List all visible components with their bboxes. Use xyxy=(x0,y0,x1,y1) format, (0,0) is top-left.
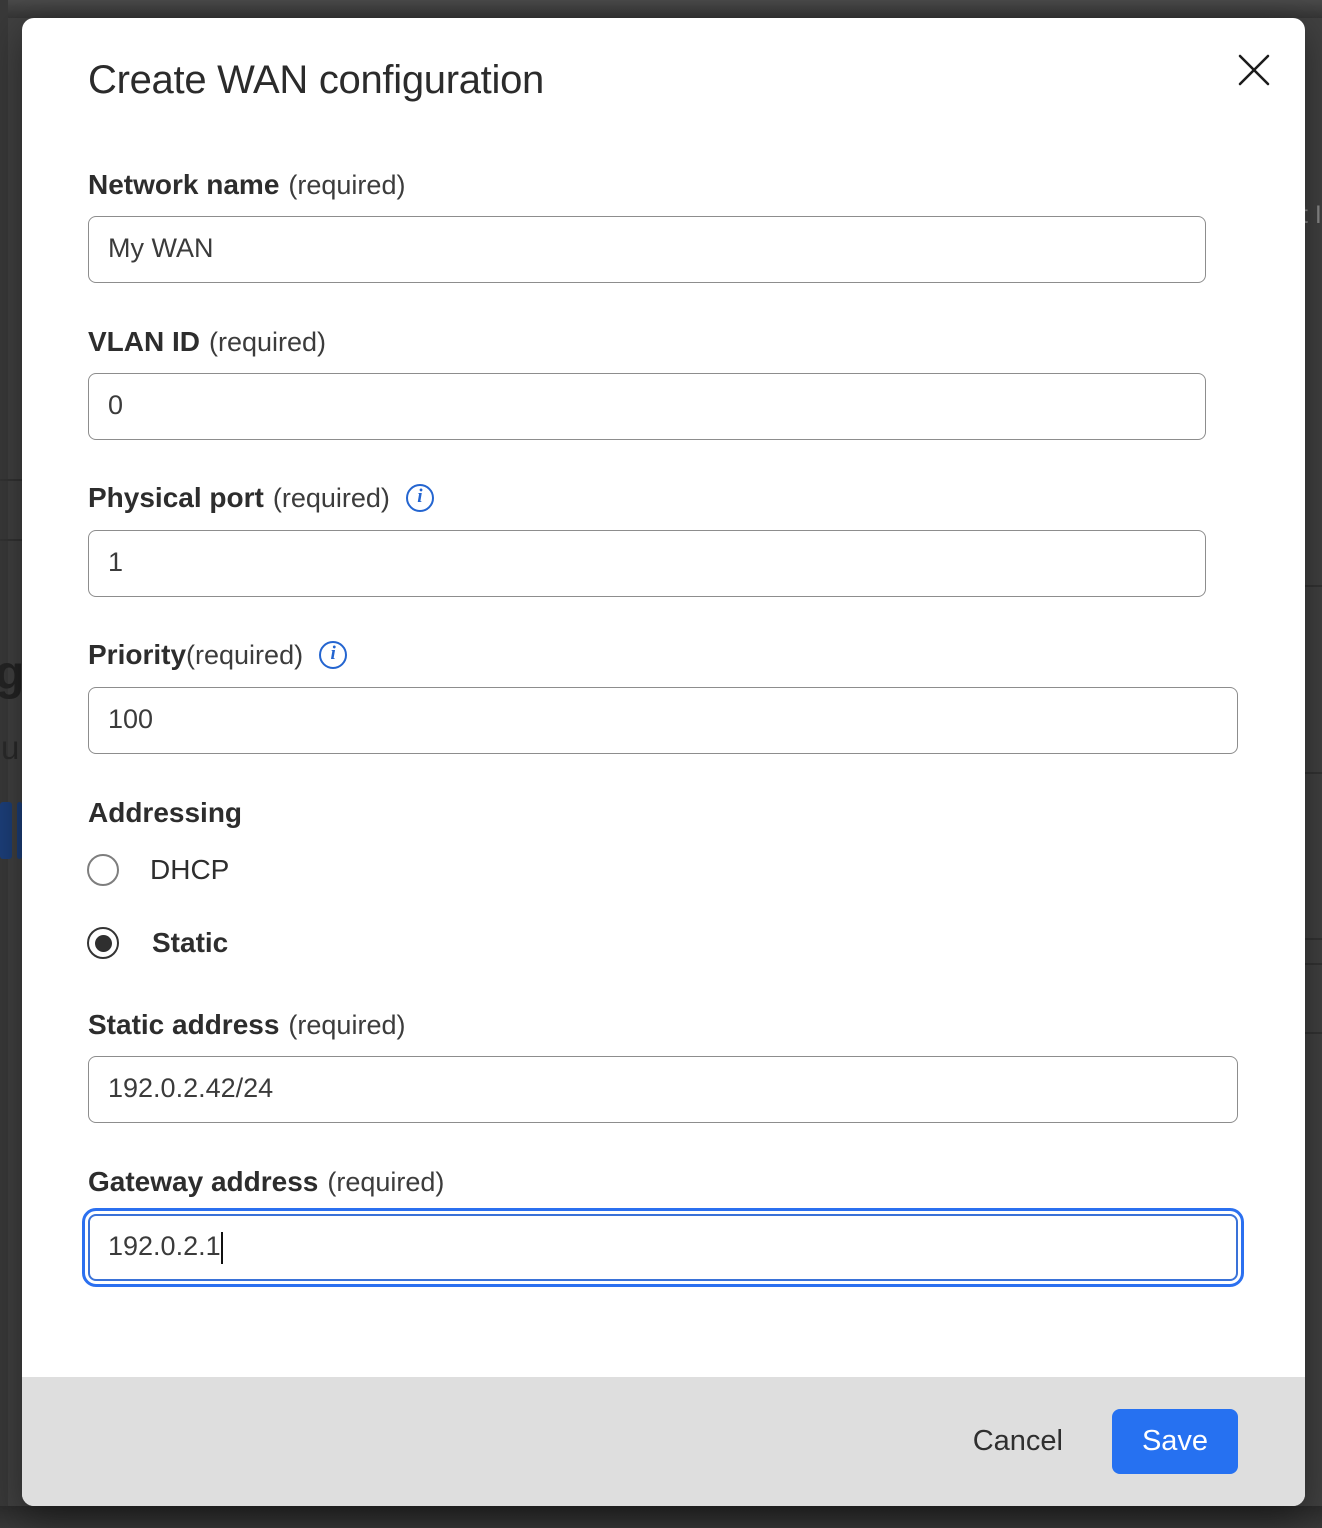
field-label: Physical port xyxy=(88,482,264,514)
required-hint: (required) xyxy=(288,1010,405,1041)
radio-label[interactable]: DHCP xyxy=(150,854,229,886)
background-table-line xyxy=(0,479,22,481)
background-button-fragment xyxy=(0,802,12,859)
info-icon[interactable] xyxy=(406,484,434,512)
radio-dot xyxy=(95,935,112,952)
field-physical-port: Physical port (required) xyxy=(88,481,1206,597)
dialog-footer: Cancel Save xyxy=(22,1377,1305,1506)
radio-circle[interactable] xyxy=(87,854,119,886)
cancel-button[interactable]: Cancel xyxy=(973,1425,1063,1458)
required-hint: (required) xyxy=(327,1167,444,1198)
create-wan-dialog: Create WAN configuration Network name (r… xyxy=(22,18,1305,1506)
save-button[interactable]: Save xyxy=(1112,1409,1238,1474)
background-table-line xyxy=(1303,585,1322,587)
background-top-band xyxy=(0,0,1322,18)
background-text-fragment: u xyxy=(1,731,19,764)
field-label: VLAN ID xyxy=(88,326,200,358)
field-static-address: Static address (required) xyxy=(88,1008,1238,1123)
field-network-name: Network name (required) xyxy=(88,168,1206,283)
radio-label[interactable]: Static xyxy=(152,927,228,959)
field-label: Network name xyxy=(88,169,279,201)
close-button[interactable] xyxy=(1230,46,1278,94)
network-name-input[interactable] xyxy=(88,216,1206,283)
field-priority: Priority (required) xyxy=(88,638,1238,754)
text-cursor xyxy=(221,1232,223,1264)
field-label: Gateway address xyxy=(88,1166,318,1198)
background-table-line xyxy=(1303,938,1322,940)
background-table-line xyxy=(1303,963,1322,965)
priority-input[interactable] xyxy=(88,687,1238,754)
background-table-line xyxy=(1303,1032,1322,1034)
background-bottom-band xyxy=(0,1506,1322,1528)
radio-dot xyxy=(95,862,112,879)
background-table-line xyxy=(0,539,22,541)
field-vlan-id: VLAN ID (required) xyxy=(88,325,1206,440)
field-label: Static address xyxy=(88,1009,279,1041)
static-address-input[interactable] xyxy=(88,1056,1238,1123)
required-hint: (required) xyxy=(288,170,405,201)
background-table-line xyxy=(1303,772,1322,774)
addressing-heading: Addressing xyxy=(88,797,242,829)
vlan-id-input[interactable] xyxy=(88,373,1206,440)
physical-port-input[interactable] xyxy=(88,530,1206,597)
info-icon[interactable] xyxy=(319,641,347,669)
dialog-title: Create WAN configuration xyxy=(88,58,544,103)
required-hint: (required) xyxy=(209,327,326,358)
close-icon xyxy=(1236,52,1272,88)
radio-circle[interactable] xyxy=(87,927,119,959)
required-hint: (required) xyxy=(186,640,303,671)
required-hint: (required) xyxy=(273,483,390,514)
field-label: Priority xyxy=(88,639,186,671)
radio-option-dhcp[interactable]: DHCP xyxy=(87,854,229,886)
gateway-address-input[interactable] xyxy=(88,1214,1238,1281)
radio-option-static[interactable]: Static xyxy=(87,927,228,959)
field-gateway-address: Gateway address (required) xyxy=(88,1165,1238,1281)
